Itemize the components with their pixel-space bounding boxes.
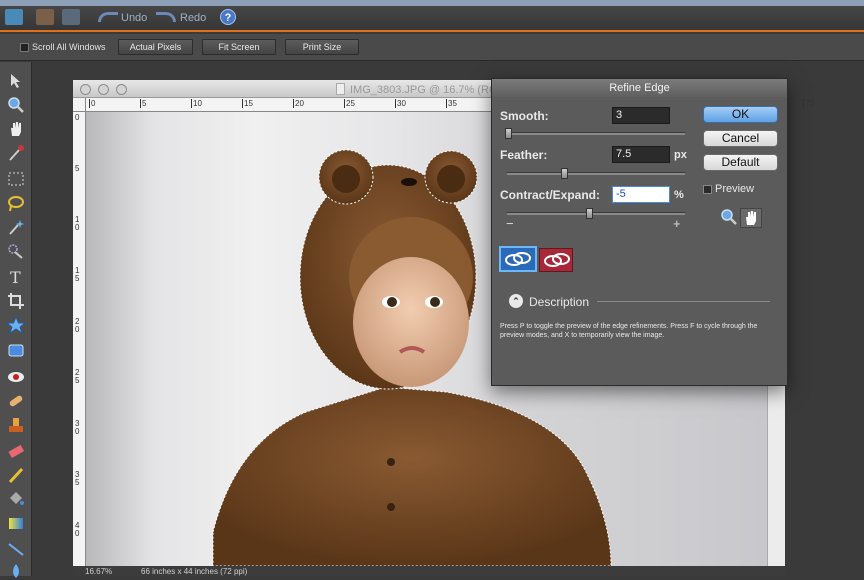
line-tool-icon[interactable]: [6, 540, 26, 558]
paint-bucket-tool-icon[interactable]: [6, 490, 26, 508]
clone-stamp-tool-icon[interactable]: [6, 416, 26, 434]
svg-text:T: T: [10, 268, 21, 286]
ruler-tick-label: 25: [344, 99, 355, 108]
ruler-tick-label: 2 5: [75, 368, 80, 385]
move-tool-icon[interactable]: [6, 72, 26, 90]
ruler-tick-label: 1 0: [75, 215, 80, 232]
app-icon[interactable]: [5, 9, 23, 25]
fit-screen-button[interactable]: Fit Screen: [202, 39, 276, 55]
pencil-tool-icon[interactable]: [6, 466, 26, 484]
standard-mode-icon: [505, 252, 531, 266]
hand-tool-icon[interactable]: [6, 120, 26, 138]
lasso-tool-icon[interactable]: [6, 194, 26, 212]
description-divider: [597, 301, 770, 302]
vertical-ruler-ticks: 0 5 1 0 1 5 2 0 2 5 3 0 3 5 4 0: [73, 112, 86, 566]
document-size-info: 66 inches x 44 inches (72 ppi): [141, 567, 248, 576]
zoom-level[interactable]: 16.67%: [85, 567, 112, 576]
eraser-tool-icon[interactable]: [6, 442, 26, 460]
ruler-tick-label: 0: [89, 99, 96, 108]
ruler-tick-label: 5: [140, 99, 147, 108]
preview-label: Preview: [715, 183, 755, 195]
red-eye-tool-icon[interactable]: [6, 368, 26, 386]
default-button[interactable]: Default: [703, 154, 778, 171]
smooth-label: Smooth:: [500, 109, 549, 123]
marquee-tool-icon[interactable]: [6, 170, 26, 188]
feather-label: Feather:: [500, 148, 548, 162]
zoom-tool-icon[interactable]: [6, 96, 26, 114]
description-toggle-icon[interactable]: ⌃: [509, 294, 523, 308]
preview-checkbox[interactable]: [703, 185, 712, 194]
ruler-tick-label: 2 0: [75, 317, 80, 334]
ruler-tick-label: 30: [395, 99, 406, 108]
contract-expand-label: Contract/Expand:: [500, 188, 601, 202]
feather-slider-thumb[interactable]: [561, 168, 568, 179]
quick-mask-mode-icon: [544, 253, 570, 267]
ruler-origin[interactable]: [73, 98, 86, 112]
redo-button[interactable]: Redo: [180, 12, 206, 24]
plus-sign: +: [673, 216, 681, 231]
shape-tool-icon[interactable]: [6, 316, 26, 334]
smooth-slider-track[interactable]: [507, 132, 685, 135]
smooth-input[interactable]: 3: [612, 107, 670, 124]
ruler-tick-label: 10: [191, 99, 202, 108]
ruler-tick-label: 20: [293, 99, 304, 108]
ruler-tick-label: 1 5: [75, 266, 80, 283]
dialog-zoom-icon[interactable]: [720, 208, 738, 226]
minus-sign: −: [506, 216, 514, 231]
ruler-tick-label: 35: [446, 99, 457, 108]
feather-input[interactable]: 7.5: [612, 146, 670, 163]
ruler-tick-label: 3 0: [75, 419, 80, 436]
minimize-window-button[interactable]: [98, 84, 109, 95]
ruler-tick-label: 0: [75, 113, 80, 122]
magic-wand-tool-icon[interactable]: [6, 218, 26, 236]
contract-expand-slider-thumb[interactable]: [586, 208, 593, 219]
contract-expand-input[interactable]: -5: [612, 186, 670, 203]
close-window-button[interactable]: [80, 84, 91, 95]
type-tool-icon[interactable]: T: [6, 268, 26, 286]
preview-mode-standard-button[interactable]: [499, 246, 537, 272]
ruler-tick-label: 5: [75, 164, 80, 173]
ok-button[interactable]: OK: [703, 106, 778, 123]
description-text: Press P to toggle the preview of the edg…: [500, 323, 758, 339]
help-button[interactable]: ?: [220, 9, 236, 25]
crop-tool-icon[interactable]: [6, 292, 26, 310]
dialog-hand-tool-button[interactable]: [740, 208, 762, 228]
undo-icon[interactable]: [98, 12, 118, 22]
feather-unit: px: [674, 149, 687, 161]
gradient-tool-icon[interactable]: [6, 514, 26, 532]
print-size-button[interactable]: Print Size: [285, 39, 359, 55]
scroll-all-windows-label: Scroll All Windows: [32, 42, 106, 52]
quick-selection-tool-icon[interactable]: [6, 242, 26, 260]
blur-tool-icon[interactable]: [6, 562, 26, 580]
contract-expand-slider-track[interactable]: [507, 212, 685, 215]
cancel-button[interactable]: Cancel: [703, 130, 778, 147]
healing-brush-tool-icon[interactable]: [6, 392, 26, 410]
save-icon[interactable]: [62, 9, 80, 25]
feather-slider-track[interactable]: [507, 172, 685, 175]
open-folder-icon[interactable]: [36, 9, 54, 25]
actual-pixels-button[interactable]: Actual Pixels: [118, 39, 193, 55]
contract-expand-unit: %: [674, 189, 684, 201]
document-file-icon: [336, 83, 345, 95]
dialog-hand-icon: [746, 211, 756, 225]
document-title: IMG_3803.JPG @ 16.7% (RG: [350, 84, 498, 96]
menu-strip: [0, 0, 864, 6]
tools-panel: T: [0, 62, 32, 578]
zoom-window-button[interactable]: [116, 84, 127, 95]
smooth-slider-thumb[interactable]: [505, 128, 512, 139]
undo-button[interactable]: Undo: [121, 12, 147, 24]
ruler-tick-label: 70: [803, 99, 814, 108]
preview-mode-quick-mask-button[interactable]: [539, 248, 573, 272]
ruler-tick-label: 4 0: [75, 521, 80, 538]
ruler-tick-label: 3 5: [75, 470, 80, 487]
dialog-title[interactable]: Refine Edge: [492, 79, 787, 97]
ruler-tick-label: 15: [242, 99, 253, 108]
eyedropper-tool-icon[interactable]: [6, 144, 26, 162]
scroll-all-windows-checkbox[interactable]: [20, 43, 29, 52]
cookie-cutter-tool-icon[interactable]: [6, 342, 26, 360]
description-heading[interactable]: Description: [529, 295, 589, 309]
